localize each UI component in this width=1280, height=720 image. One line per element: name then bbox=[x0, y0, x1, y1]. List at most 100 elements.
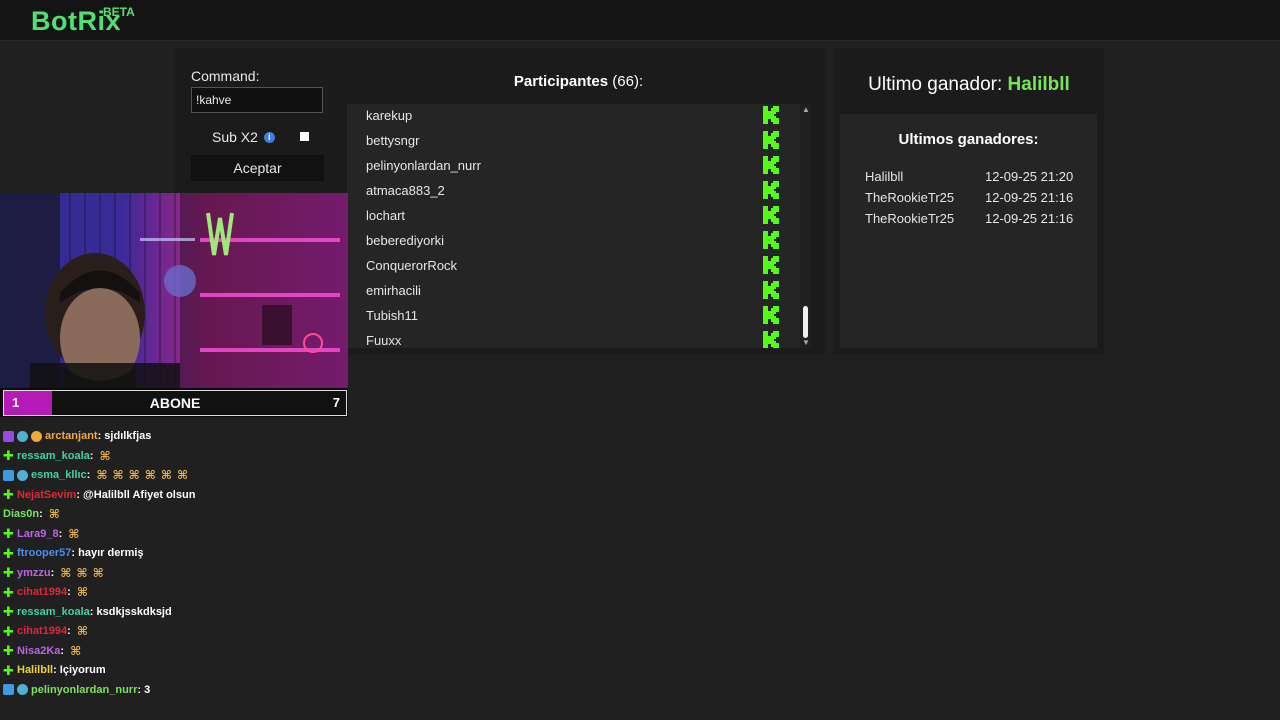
chat-message: arctanjant : sjdılkfjas bbox=[3, 427, 151, 445]
purple-badge-icon bbox=[3, 430, 14, 442]
chat-text: : bbox=[86, 469, 91, 481]
emote-icon: ⌘ bbox=[48, 507, 60, 521]
chat-message: ✚ cihat1994 : ⌘ bbox=[3, 622, 93, 640]
participant-name: karekup bbox=[366, 108, 413, 123]
subgoal-end: 7 bbox=[332, 395, 340, 410]
kick-logo-icon bbox=[763, 106, 779, 124]
chat-text: : bbox=[39, 508, 43, 520]
chat-text: : Içiyorum bbox=[53, 664, 106, 676]
participant-name: bettysngr bbox=[366, 133, 420, 148]
chat-username[interactable]: ressam_koala bbox=[17, 450, 90, 462]
chat-text: : bbox=[60, 644, 65, 657]
coin-badge-icon bbox=[31, 430, 42, 442]
chat-username[interactable]: Lara9_8 bbox=[17, 528, 59, 540]
emote-icon: ⌘ bbox=[60, 565, 72, 580]
chat-message: ✚ ressam_koala : ksdkjsskdksjd bbox=[3, 603, 172, 621]
participant-row: ConquerorRock bbox=[347, 254, 800, 279]
winner-row-date: 12-09-25 21:20 bbox=[985, 169, 1074, 184]
gem-badge-icon bbox=[17, 684, 28, 695]
chat-text: : @Halilbll Afiyet olsun bbox=[76, 488, 196, 501]
kick-logo-icon bbox=[763, 256, 779, 274]
participant-name: Fuuxx bbox=[366, 333, 402, 348]
chat-username[interactable]: pelinyonlardan_nurr bbox=[31, 684, 137, 696]
emote-icon: ⌘ bbox=[76, 624, 88, 638]
gem-badge-icon bbox=[17, 430, 28, 442]
chat-message: ✚ Lara9_8 : ⌘ bbox=[3, 525, 84, 543]
emote-icon: ⌘ bbox=[76, 565, 88, 580]
emote-icon: ⌘ bbox=[68, 526, 80, 541]
scroll-down-arrow-icon[interactable]: ▼ bbox=[802, 338, 810, 347]
chat-username[interactable]: esma_kllıc bbox=[31, 469, 87, 481]
chat-username[interactable]: ftrooper57 bbox=[17, 547, 71, 559]
plus-badge-icon: ✚ bbox=[3, 526, 14, 541]
participant-row: beberediyorki bbox=[347, 229, 800, 254]
participant-row: lochart bbox=[347, 204, 800, 229]
participants-list[interactable]: karekup bettysngr pelinyonlardan_nurratmac… bbox=[347, 104, 800, 348]
emote-icon: ⌘ bbox=[96, 468, 108, 482]
winners-history-box bbox=[840, 114, 1097, 348]
chat-username[interactable]: cihat1994 bbox=[17, 586, 67, 598]
participant-row: bettysngr bbox=[347, 129, 800, 154]
chat-text: : bbox=[89, 449, 94, 462]
kick-logo-icon bbox=[763, 131, 779, 149]
winner-row-name: TheRookieTr25 bbox=[865, 190, 955, 205]
chat-username[interactable]: Dias0n bbox=[3, 508, 39, 520]
top-bar: BotRix BETA bbox=[0, 0, 1280, 41]
scroll-up-arrow-icon[interactable]: ▲ bbox=[802, 105, 810, 114]
sub-x2-row: Sub X2 i bbox=[212, 129, 275, 145]
emote-icon: ⌘ bbox=[92, 565, 104, 580]
info-icon[interactable]: i bbox=[263, 131, 275, 143]
plus-badge-icon: ✚ bbox=[3, 623, 14, 639]
chat-message: ✚ ftrooper57 : hayır dermiş bbox=[3, 544, 144, 562]
plus-badge-icon: ✚ bbox=[3, 487, 14, 502]
kick-logo-icon bbox=[763, 331, 779, 348]
emote-icon: ⌘ bbox=[128, 468, 140, 482]
winner-row-date: 12-09-25 21:16 bbox=[985, 211, 1074, 226]
kick-logo-icon bbox=[763, 181, 779, 199]
participants-count: (66): bbox=[612, 73, 644, 90]
command-input[interactable] bbox=[191, 87, 323, 113]
kick-logo-icon bbox=[763, 206, 779, 224]
chat-username[interactable]: Nisa2Ka bbox=[17, 645, 60, 657]
emote-icon: ⌘ bbox=[70, 643, 82, 658]
kick-logo-icon bbox=[763, 231, 779, 249]
plus-badge-icon: ✚ bbox=[3, 545, 14, 561]
chat-text: : sjdılkfjas bbox=[97, 430, 152, 442]
webcam-image bbox=[0, 193, 348, 417]
chat-username[interactable]: arctanjant bbox=[45, 430, 98, 442]
participant-name: emirhacili bbox=[366, 283, 421, 298]
chat-feed: arctanjant : sjdılkfjas ✚ ressam_koala : ⌘ e… bbox=[0, 417, 348, 720]
sub-x2-checkbox[interactable] bbox=[300, 132, 309, 141]
chat-username[interactable]: Halilbll bbox=[17, 664, 53, 676]
participant-row: karekup bbox=[347, 104, 800, 129]
plus-badge-icon: ✚ bbox=[3, 565, 14, 580]
participant-row: atmaca883_2 bbox=[347, 179, 800, 204]
plus-badge-icon: ✚ bbox=[3, 662, 14, 678]
chat-username[interactable]: ymzzu bbox=[17, 567, 51, 579]
accept-button[interactable]: Aceptar bbox=[191, 155, 324, 181]
webcam-overlay bbox=[0, 193, 348, 417]
chat-text: : bbox=[58, 527, 63, 540]
kick-logo-icon bbox=[763, 306, 779, 324]
winners-history-title: Ultimos ganadores: bbox=[898, 131, 1039, 148]
scrollbar-thumb[interactable] bbox=[803, 306, 808, 338]
chat-username[interactable]: cihat1994 bbox=[17, 625, 67, 637]
sub-x2-label: Sub X2 bbox=[212, 129, 258, 145]
emote-icon: ⌘ bbox=[144, 468, 156, 482]
participant-name: pelinyonlardan_nurr bbox=[366, 158, 481, 173]
participant-name: beberediyorki bbox=[366, 233, 445, 248]
participant-name: lochart bbox=[366, 208, 406, 223]
chat-message: ✚ ressam_koala : ⌘ bbox=[3, 447, 116, 465]
emote-icon: ⌘ bbox=[99, 448, 111, 463]
chat-username[interactable]: ressam_koala bbox=[17, 606, 90, 618]
kick-logo-icon bbox=[763, 281, 779, 299]
winner-row-name: Halilbll bbox=[865, 169, 904, 184]
participant-row: Fuuxx bbox=[347, 329, 800, 348]
emote-icon: ⌘ bbox=[76, 585, 88, 599]
kick-logo-icon bbox=[763, 156, 779, 174]
chat-message: Dias0n : ⌘ bbox=[3, 505, 65, 523]
blue-badge-icon bbox=[3, 469, 14, 481]
chat-username[interactable]: NejatSevim bbox=[17, 489, 76, 501]
gem-badge-icon bbox=[17, 469, 28, 481]
last-winner-title: Ultimo ganador: Halilbll bbox=[834, 74, 1104, 96]
